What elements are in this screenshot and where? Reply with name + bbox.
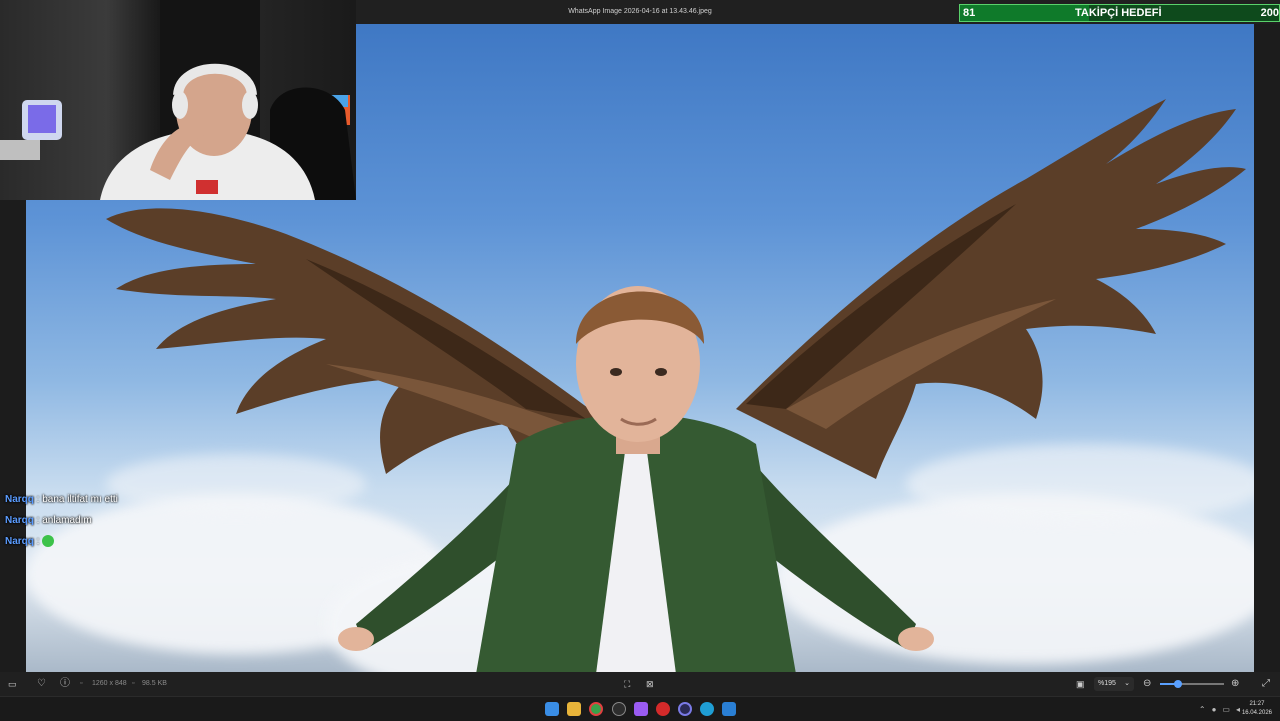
fit-to-screen-icon[interactable]: ⛶ — [624, 672, 630, 696]
obs-icon[interactable] — [678, 702, 692, 716]
chat-separator: : — [33, 536, 43, 547]
windows-start-icon[interactable] — [545, 702, 559, 716]
microphone-icon[interactable]: ● — [1212, 705, 1217, 714]
actual-size-icon[interactable]: ⊠ — [646, 672, 654, 696]
zoom-out-icon[interactable]: ⊖ — [1143, 672, 1151, 696]
chat-username: Narqq — [5, 494, 34, 505]
clock-date: 16.04.2026 — [1241, 710, 1272, 716]
goal-target: 200 — [1260, 7, 1279, 19]
goal-label: TAKİPÇİ HEDEFİ — [1075, 7, 1162, 19]
viewer-toolbar: ▭ ♡ ⓘ ▫ 1260 x 848 ▫ 98.5 KB ⛶ ⊠ ▣ %195 ⌄… — [0, 672, 1280, 696]
file-size: 98.5 KB — [142, 680, 167, 687]
goal-progress-fill — [960, 5, 1090, 21]
chat-separator: : — [33, 494, 43, 505]
chat-username: Narqq — [5, 536, 34, 547]
chat-text: bana iltifat mı etti — [42, 494, 118, 505]
zoom-level: %195 — [1098, 680, 1116, 687]
emote-icon — [42, 535, 55, 548]
dimensions-icon: ▫ — [80, 680, 83, 687]
edge-icon[interactable] — [700, 702, 714, 716]
clock-time: 21:27 — [1249, 701, 1265, 707]
network-icon[interactable]: ▭ — [1222, 705, 1230, 714]
twitch-icon[interactable] — [634, 702, 648, 716]
chat-overlay: Narqq : bana iltifat mı etti Narqq : anl… — [5, 492, 118, 555]
webcam-overlay — [0, 0, 356, 200]
file-explorer-icon[interactable] — [567, 702, 581, 716]
volume-icon[interactable]: ◂ — [1236, 705, 1240, 714]
app-icon[interactable] — [612, 702, 626, 716]
info-icon[interactable]: ⓘ — [60, 672, 70, 696]
zoom-in-icon[interactable]: ⊕ — [1231, 672, 1239, 696]
follower-goal-bar: 81 TAKİPÇİ HEDEFİ 200 — [959, 4, 1280, 22]
chrome-icon[interactable] — [589, 702, 603, 716]
chat-text: anlamadım — [42, 515, 92, 526]
heart-icon[interactable]: ♡ — [37, 672, 46, 696]
filesize-icon: ▫ — [132, 680, 135, 687]
chevron-up-icon[interactable]: ⌃ — [1199, 705, 1206, 714]
chat-separator: : — [33, 515, 43, 526]
window-title: WhatsApp Image 2026-04-16 at 13.43.46.jp… — [568, 8, 712, 15]
system-tray: ⌃ ● ▭ ◂ — [1199, 697, 1240, 721]
filmstrip-icon[interactable]: ▭ — [8, 672, 17, 696]
chat-message: Narqq : bana iltifat mı etti — [5, 492, 118, 513]
taskbar: ⌃ ● ▭ ◂ 21:27 16.04.2026 — [0, 696, 1280, 721]
opera-icon[interactable] — [656, 702, 670, 716]
webcam-scene — [0, 0, 356, 200]
goal-current: 81 — [963, 7, 976, 19]
fit-window-icon[interactable]: ▣ — [1076, 672, 1085, 696]
chat-username: Narqq — [5, 515, 34, 526]
chevron-down-icon: ⌄ — [1124, 680, 1130, 687]
person-figure — [338, 286, 934, 672]
fullscreen-icon[interactable]: ⤢ — [1262, 672, 1270, 696]
chat-message: Narqq : — [5, 534, 118, 555]
zoom-level-select[interactable]: %195 ⌄ — [1094, 677, 1134, 691]
photos-icon[interactable] — [722, 702, 736, 716]
chat-message: Narqq : anlamadım — [5, 513, 118, 534]
clock[interactable]: 21:27 16.04.2026 — [1242, 700, 1272, 718]
zoom-slider-knob[interactable] — [1173, 680, 1182, 688]
zoom-slider[interactable] — [1160, 680, 1224, 688]
image-dimensions: 1260 x 848 — [92, 680, 127, 687]
